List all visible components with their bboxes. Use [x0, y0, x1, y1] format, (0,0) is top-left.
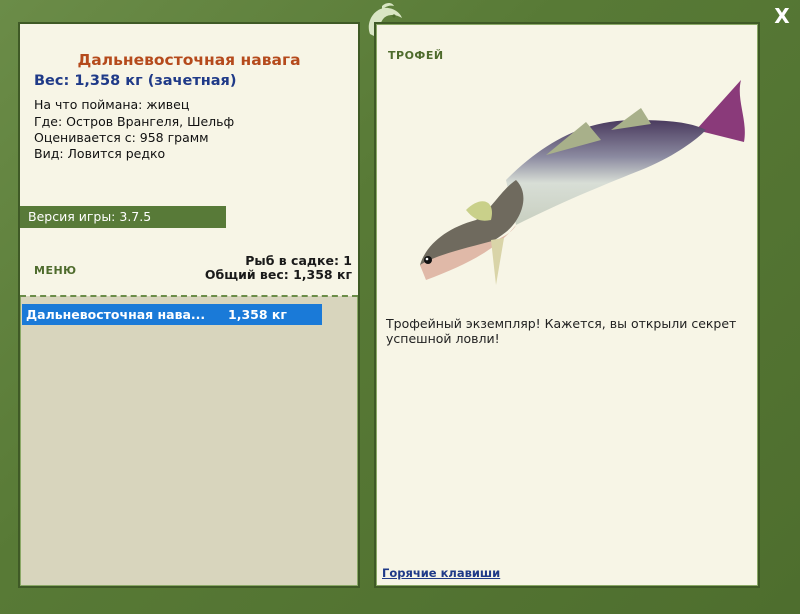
trophy-description: Трофейный экземпляр! Кажется, вы открыли… [386, 316, 737, 346]
catch-panel: Дальневосточная навага Вес: 1,358 кг (за… [18, 22, 360, 588]
list-item[interactable]: Дальневосточная нава... 1,358 кг [22, 304, 322, 325]
version-bar: Версия игры: 3.7.5 [20, 206, 226, 228]
list-item-weight: 1,358 кг [228, 307, 287, 322]
fish-title: Дальневосточная навага [77, 51, 301, 69]
list-item-name: Дальневосточная нава... [26, 307, 206, 322]
fish-location: Где: Остров Врангеля, Шельф [34, 114, 235, 129]
fish-kind: Вид: Ловится редко [34, 146, 166, 161]
fish-image [420, 80, 745, 285]
fish-eye [424, 256, 432, 264]
divider [20, 295, 358, 297]
pelvic-fin [491, 238, 504, 285]
fish-weight: Вес: 1,358 кг (зачетная) [34, 73, 237, 89]
cage-count: Рыб в садке: 1 [245, 253, 352, 268]
fish-info-section: Дальневосточная навага Вес: 1,358 кг (за… [20, 24, 358, 296]
close-icon[interactable]: X [774, 4, 789, 28]
trophy-panel: ТРОФЕЙ Трофейный экземпляр! Кажется, вы … [374, 22, 760, 588]
fish-bait: На что поймана: живец [34, 97, 190, 112]
hotkeys-link[interactable]: Горячие клавиши [382, 566, 500, 580]
tail-fin [696, 80, 745, 142]
cage-stats: Рыб в садке: 1 Общий вес: 1,358 кг [205, 254, 352, 282]
cage-total: Общий вес: 1,358 кг [204, 267, 352, 282]
close-button[interactable]: X [770, 4, 794, 28]
fish-valued-from: Оценивается с: 958 грамм [34, 130, 209, 145]
menu-button[interactable]: МЕНЮ [34, 264, 77, 277]
